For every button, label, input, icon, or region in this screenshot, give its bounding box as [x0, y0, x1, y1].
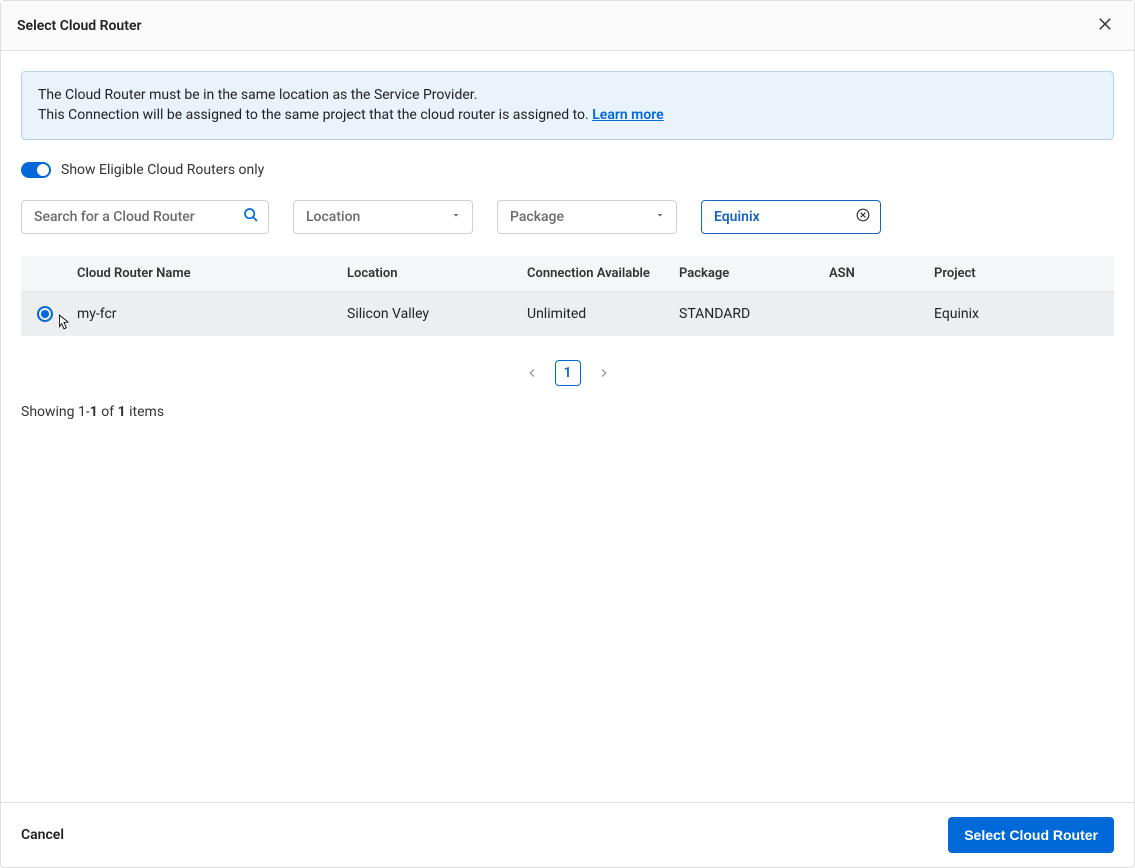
chevron-down-icon — [450, 209, 462, 225]
modal-title: Select Cloud Router — [17, 18, 142, 34]
search-icon — [243, 207, 259, 227]
showing-total: 1 — [118, 404, 126, 420]
modal-footer: Cancel Select Cloud Router — [1, 802, 1134, 867]
banner-line2: This Connection will be assigned to the … — [38, 107, 592, 123]
project-select[interactable]: Equinix — [701, 200, 881, 234]
filters-row: Location Package Equinix — [21, 200, 1114, 234]
learn-more-link[interactable]: Learn more — [592, 107, 663, 123]
header-package: Package — [671, 256, 821, 292]
radio-header — [21, 256, 69, 292]
row-radio[interactable] — [37, 306, 53, 322]
cell-location: Silicon Valley — [339, 292, 519, 337]
header-project: Project — [926, 256, 1114, 292]
chevron-down-icon — [654, 209, 666, 225]
search-field-wrap — [21, 200, 269, 234]
page-1[interactable]: 1 — [555, 360, 581, 386]
eligible-toggle-row: Show Eligible Cloud Routers only — [21, 162, 1114, 178]
page-prev[interactable] — [525, 366, 539, 380]
cell-connection: Unlimited — [519, 292, 671, 337]
cell-package: STANDARD — [671, 292, 821, 337]
header-location: Location — [339, 256, 519, 292]
modal-header: Select Cloud Router — [1, 1, 1134, 51]
cancel-button[interactable]: Cancel — [21, 827, 64, 843]
showing-prefix: Showing — [21, 404, 78, 420]
table-row[interactable]: my-fcr Silicon Valley Unlimited STANDARD… — [21, 292, 1114, 337]
cursor-icon — [57, 314, 71, 334]
location-select-label: Location — [306, 209, 360, 225]
close-icon — [1096, 15, 1114, 36]
showing-text: Showing 1-1 of 1 items — [21, 404, 1114, 420]
header-name: Cloud Router Name — [69, 256, 339, 292]
package-select-label: Package — [510, 209, 564, 225]
page-next[interactable] — [597, 366, 611, 380]
eligible-toggle-label: Show Eligible Cloud Routers only — [61, 162, 264, 178]
close-button[interactable] — [1092, 11, 1118, 40]
clear-icon[interactable] — [856, 208, 870, 226]
select-cloud-router-modal: Select Cloud Router The Cloud Router mus… — [0, 0, 1135, 868]
showing-items: items — [129, 404, 164, 420]
banner-line1: The Cloud Router must be in the same loc… — [38, 86, 1097, 106]
header-connection: Connection Available — [519, 256, 671, 292]
project-select-value: Equinix — [714, 209, 760, 225]
showing-range: 1-1 — [78, 404, 98, 420]
location-select[interactable]: Location — [293, 200, 473, 234]
cloud-router-table: Cloud Router Name Location Connection Av… — [21, 256, 1114, 336]
banner-line2-wrap: This Connection will be assigned to the … — [38, 106, 1097, 126]
pagination: 1 — [21, 360, 1114, 386]
search-input[interactable] — [21, 200, 269, 234]
cell-project: Equinix — [926, 292, 1114, 337]
package-select[interactable]: Package — [497, 200, 677, 234]
showing-of: of — [101, 404, 117, 420]
radio-cell — [21, 292, 69, 337]
table-header-row: Cloud Router Name Location Connection Av… — [21, 256, 1114, 292]
eligible-toggle[interactable] — [21, 162, 51, 178]
cell-asn — [821, 292, 926, 337]
modal-body: The Cloud Router must be in the same loc… — [1, 51, 1134, 802]
cell-name: my-fcr — [69, 292, 339, 337]
select-cloud-router-button[interactable]: Select Cloud Router — [948, 817, 1114, 853]
header-asn: ASN — [821, 256, 926, 292]
info-banner: The Cloud Router must be in the same loc… — [21, 71, 1114, 140]
